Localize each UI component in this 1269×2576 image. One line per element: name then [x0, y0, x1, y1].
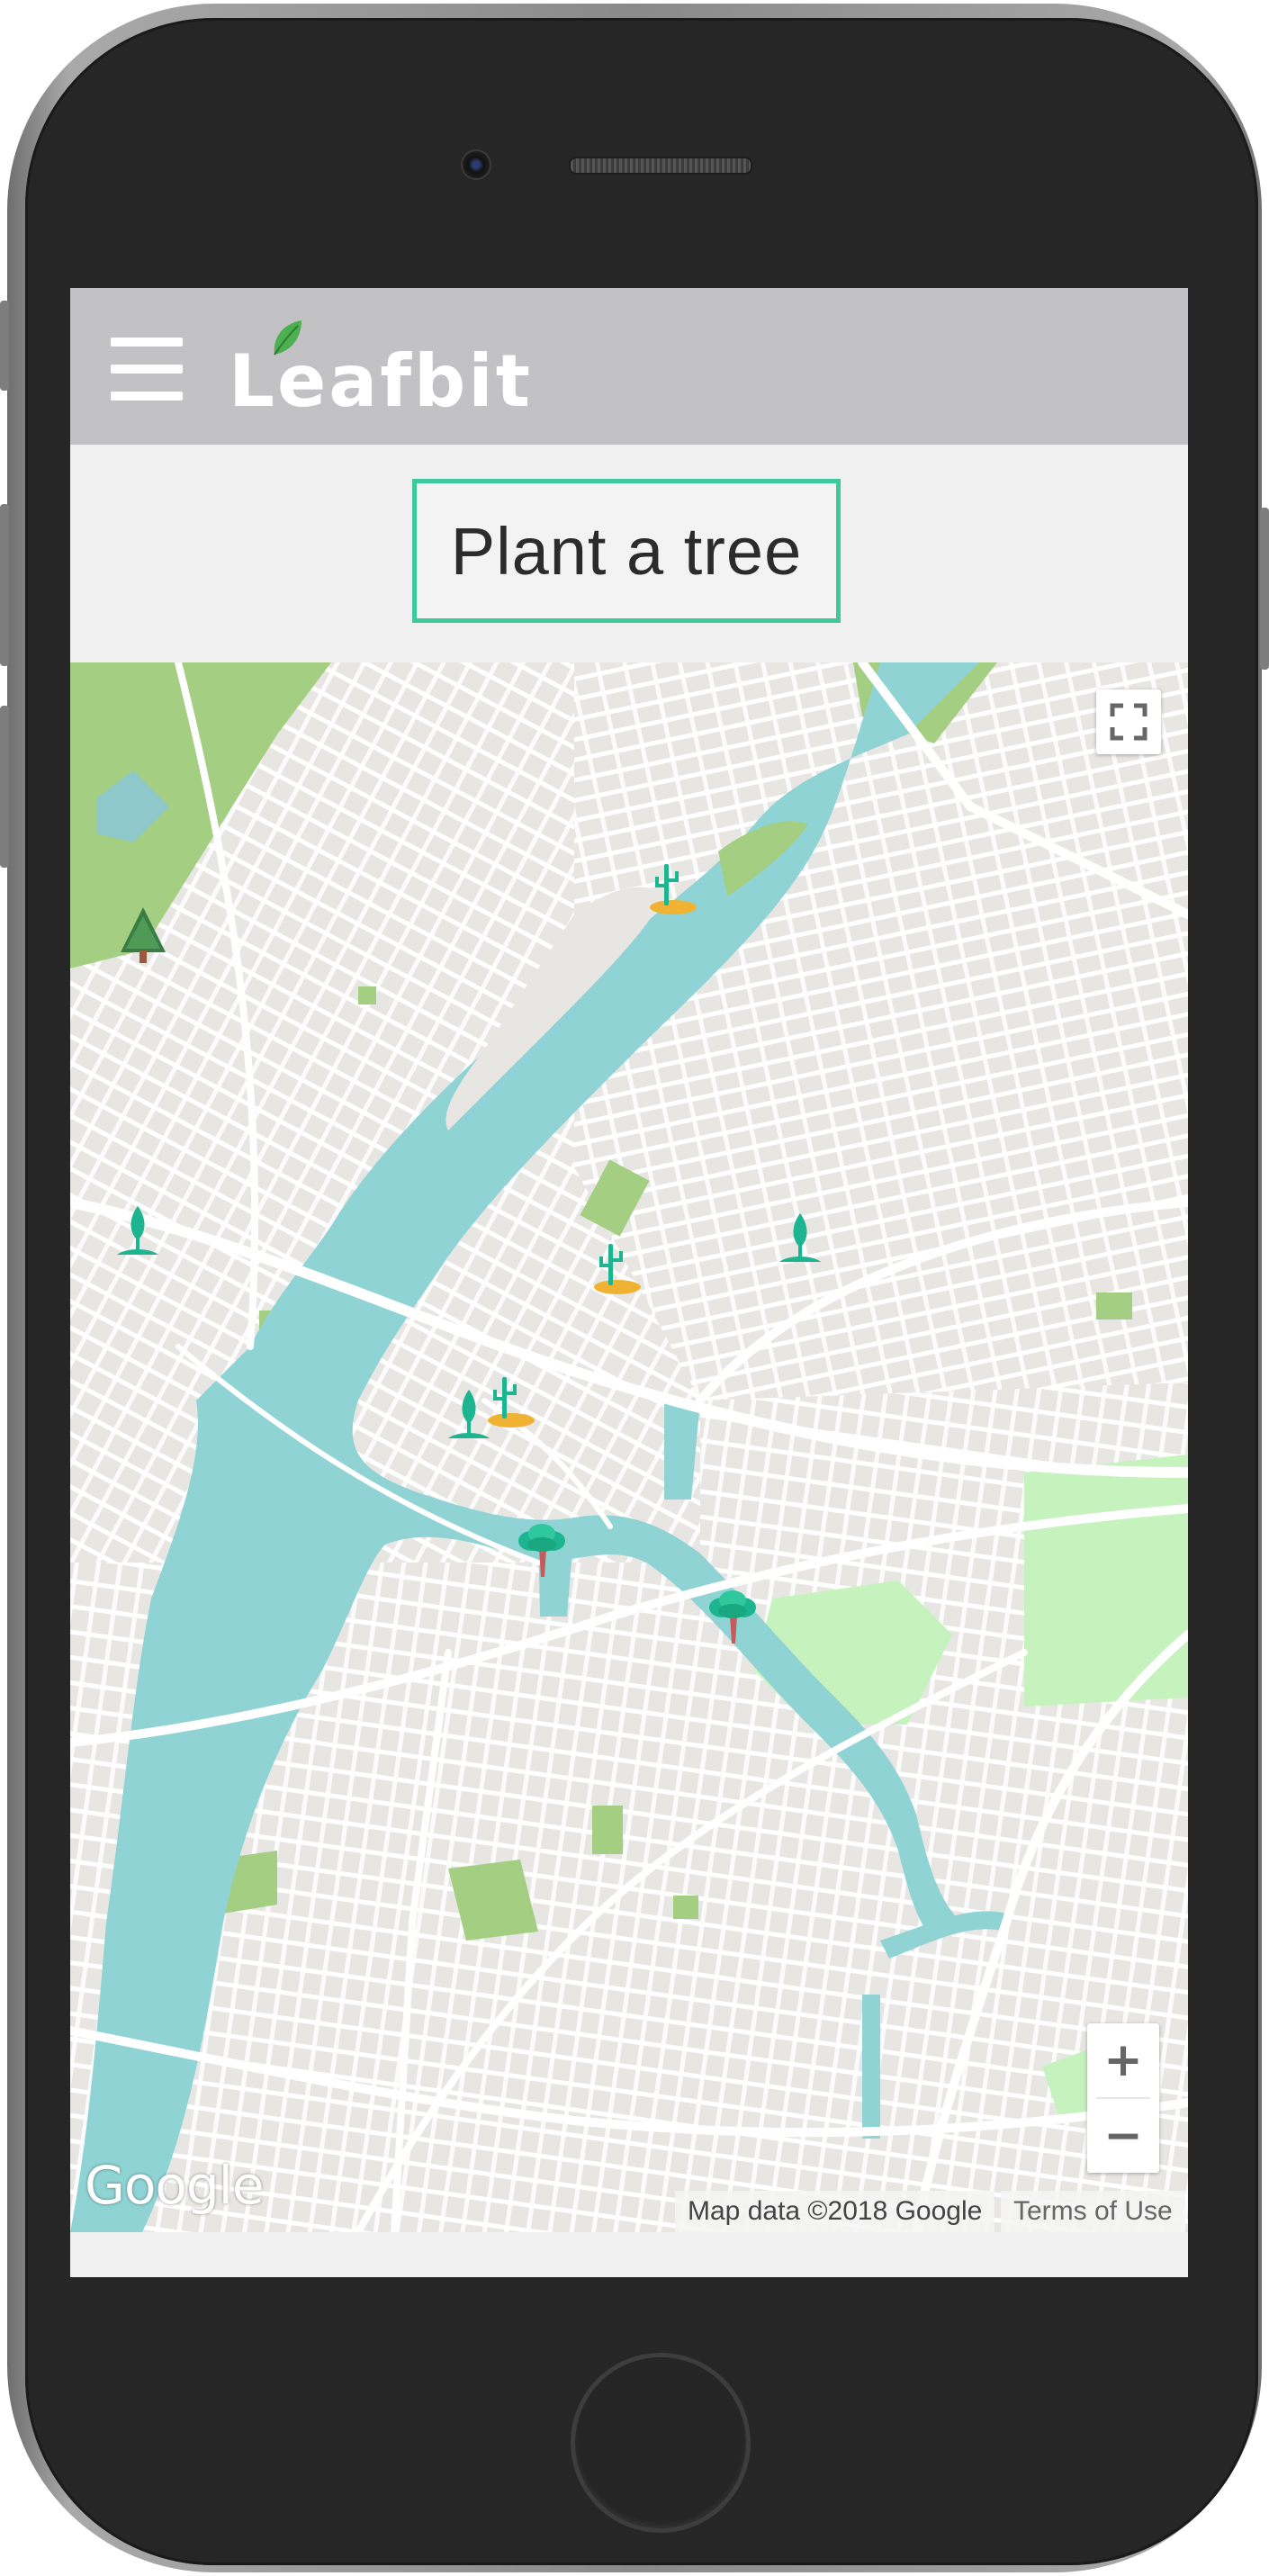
broadleaf-tree-icon[interactable]	[702, 1584, 765, 1647]
pine-tree-icon[interactable]	[112, 904, 175, 967]
bottom-spacer	[70, 2232, 1188, 2277]
cactus-icon[interactable]	[639, 855, 702, 918]
sapling-tree-icon[interactable]	[106, 1199, 169, 1262]
earpiece-speaker	[569, 157, 752, 175]
home-button[interactable]	[571, 2353, 751, 2533]
fullscreen-button[interactable]	[1096, 689, 1161, 754]
cactus-icon[interactable]	[477, 1368, 540, 1431]
map-view[interactable]: + − Google Map data ©2018 Google Terms o…	[70, 662, 1188, 2232]
plant-a-tree-label: Plant a tree	[450, 513, 803, 589]
app-screen: Leafbit Plant a tree + − Google Map data…	[70, 288, 1188, 2277]
hamburger-menu-icon[interactable]	[111, 338, 183, 401]
zoom-in-button[interactable]: +	[1087, 2023, 1159, 2097]
volume-down-button	[0, 706, 9, 868]
volume-up-button	[0, 504, 9, 666]
sapling-tree-icon[interactable]	[769, 1206, 832, 1269]
terms-of-use-link[interactable]: Terms of Use	[1001, 2191, 1185, 2232]
zoom-out-button[interactable]: −	[1087, 2099, 1159, 2173]
fullscreen-icon	[1110, 703, 1148, 741]
power-button	[1260, 508, 1269, 670]
mute-switch	[0, 301, 9, 391]
brand-name: Leafbit	[229, 339, 533, 423]
cactus-icon[interactable]	[583, 1235, 646, 1298]
plant-a-tree-button[interactable]: Plant a tree	[412, 479, 841, 623]
front-camera	[461, 149, 491, 180]
google-logo[interactable]: Google	[85, 2155, 265, 2216]
app-header: Leafbit	[70, 288, 1188, 445]
map-canvas[interactable]	[70, 662, 1188, 2232]
map-attribution: Map data ©2018 Google	[675, 2191, 995, 2232]
zoom-control: + −	[1087, 2023, 1159, 2173]
broadleaf-tree-icon[interactable]	[511, 1518, 574, 1581]
